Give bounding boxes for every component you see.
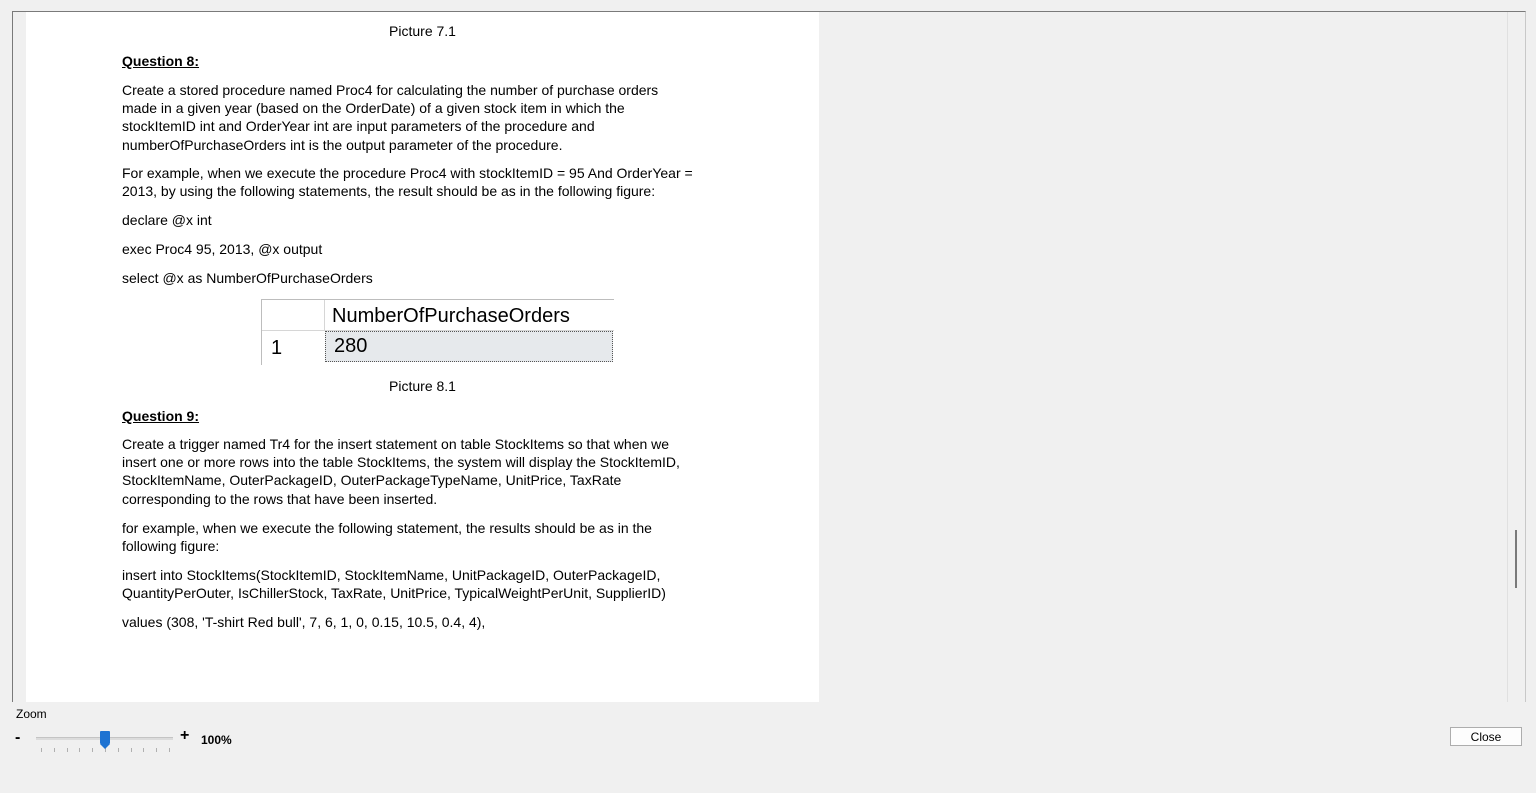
sql-exec-line: exec Proc4 95, 2013, @x output [122,241,323,257]
sql-insert-statement: insert into StockItems(StockItemID, Stoc… [122,566,732,602]
document-viewer[interactable]: Picture 7.1 Question 8: Create a stored … [12,11,1526,702]
close-button[interactable]: Close [1450,727,1522,746]
figure-caption-7-1: Picture 7.1 [389,23,456,39]
scrollbar-thumb[interactable] [1515,530,1517,588]
zoom-slider-thumb[interactable] [100,731,110,749]
sql-select-line: select @x as NumberOfPurchaseOrders [122,270,373,286]
grid-row-number: 1 [271,337,283,359]
text-line: numberOfPurchaseOrders int is the output… [122,136,563,153]
text-line: following figure: [122,538,220,555]
zoom-out-button[interactable]: - [15,729,20,747]
question-8-description: Create a stored procedure named Proc4 fo… [122,81,732,154]
text-line: made in a given year (based on the Order… [122,100,625,117]
text-line: 2013, by using the following statements,… [122,183,656,200]
text-line: Create a stored procedure named Proc4 fo… [122,82,659,98]
document-page: Picture 7.1 Question 8: Create a stored … [26,12,819,702]
text-line: insert one or more rows into the table S… [122,454,680,471]
question-8-example: For example, when we execute the procedu… [122,164,732,200]
figure-caption-8-1: Picture 8.1 [389,378,456,394]
text-line: for example, when we execute the followi… [122,520,652,536]
question-8-heading: Question 8: [122,53,200,69]
question-9-heading: Question 9: [122,408,200,424]
grid-corner-cell [262,300,325,331]
grid-column-header: NumberOfPurchaseOrders [325,300,614,331]
text-line: stockItemID int and OrderYear int are in… [122,118,595,135]
text-line: corresponding to the rows that have been… [122,490,438,507]
text-line: insert into StockItems(StockItemID, Stoc… [122,567,661,583]
text-line: For example, when we execute the procedu… [122,165,693,181]
text-line: QuantityPerOuter, IsChillerStock, TaxRat… [122,585,666,602]
vertical-scrollbar[interactable] [1507,12,1524,702]
text-line: StockItemName, OuterPackageID, OuterPack… [122,472,622,489]
grid-value-cell: 280 [325,331,613,362]
sql-values-line: values (308, 'T-shirt Red bull', 7, 6, 1… [122,614,486,630]
zoom-label: Zoom [16,707,47,721]
question-9-description: Create a trigger named Tr4 for the inser… [122,435,732,508]
zoom-in-button[interactable]: + [180,727,189,745]
question-9-example: for example, when we execute the followi… [122,519,732,555]
result-grid-image: NumberOfPurchaseOrders 1 280 [261,299,614,365]
zoom-percentage: 100% [201,733,232,747]
sql-declare-line: declare @x int [122,212,212,228]
text-line: Create a trigger named Tr4 for the inser… [122,436,670,452]
